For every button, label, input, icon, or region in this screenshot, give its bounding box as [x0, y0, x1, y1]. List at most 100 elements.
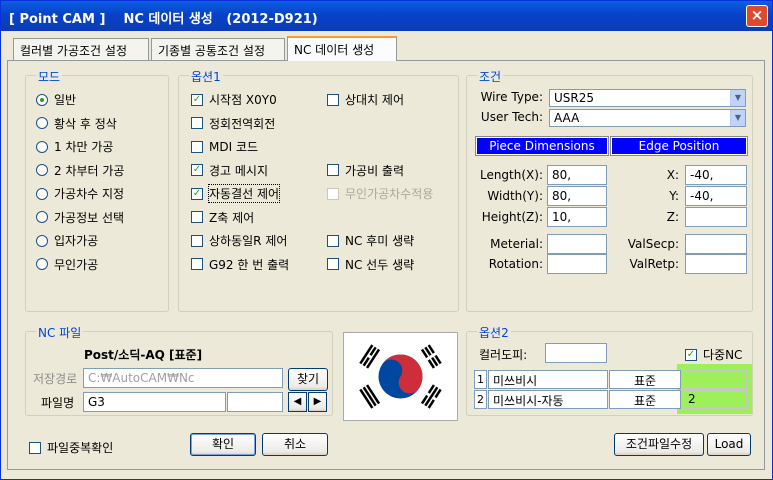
- flag-icon: [359, 344, 442, 409]
- mode-option-8[interactable]: 무인가공: [36, 256, 98, 273]
- checkbox-icon: [191, 140, 203, 153]
- valsecp-label: ValSecp:: [627, 237, 679, 251]
- option1-left-2[interactable]: 정회전역회전: [191, 115, 275, 132]
- browse-button[interactable]: 찾기: [288, 368, 328, 391]
- mode-option-label: 일반: [54, 93, 77, 107]
- tab-nc-data[interactable]: NC 데이터 생성: [287, 36, 397, 61]
- tab-model-conditions[interactable]: 기종별 공통조건 설정: [151, 38, 285, 60]
- cancel-button[interactable]: 취소: [262, 433, 328, 456]
- file-name-input[interactable]: G3: [83, 392, 226, 412]
- tab-color-conditions[interactable]: 컬러별 가공조건 설정: [13, 38, 149, 60]
- option1-label: MDI 코드: [209, 140, 259, 154]
- nc-file-group: NC 파일 Post/소딕-AQ [표준] 저장경로 C:₩AutoCAM₩Nc…: [25, 324, 333, 416]
- condition-group-label: 조건: [477, 68, 504, 85]
- option1-group: 옵션1 ✓ 시작점 X0Y0 정회전역회전 MDI 코드 ✓ 경고 메시지 ✓ 자동결선 제어…: [178, 68, 459, 312]
- file-ext-input[interactable]: [227, 392, 283, 412]
- valsecp-input[interactable]: [685, 234, 747, 254]
- wire-type-label: Wire Type:: [480, 90, 543, 104]
- mode-option-1[interactable]: 일반: [36, 91, 76, 108]
- length-input[interactable]: 80,: [547, 165, 607, 185]
- load-button[interactable]: Load: [707, 433, 751, 456]
- option1-left-4[interactable]: ✓ 경고 메시지: [191, 162, 268, 179]
- row-1-value[interactable]: [683, 370, 747, 389]
- row-2-number: 2: [474, 390, 487, 409]
- chevron-down-icon: ▼: [730, 90, 745, 106]
- wire-type-select[interactable]: USR25 ▼: [549, 89, 746, 107]
- mode-option-label: 가공차수 지정: [54, 187, 125, 201]
- dup-check-checkbox[interactable]: 파일중복확인: [29, 439, 113, 456]
- option1-left-6[interactable]: Z축 제어: [191, 209, 254, 226]
- option1-label: NC 선두 생략: [345, 257, 415, 272]
- edge-y-input[interactable]: -40,: [685, 186, 747, 206]
- option1-right-5[interactable]: NC 선두 생략: [327, 256, 414, 273]
- radio-icon: [36, 258, 48, 270]
- radio-icon: [36, 140, 48, 153]
- option1-left-1[interactable]: ✓ 시작점 X0Y0: [191, 91, 277, 108]
- mode-option-label: 황삭 후 정삭: [54, 116, 117, 131]
- prev-arrow-button[interactable]: ◀: [288, 392, 307, 412]
- checkbox-icon: [191, 234, 203, 247]
- edge-x-input[interactable]: -40,: [685, 165, 747, 185]
- row-1-type[interactable]: 표준: [609, 370, 681, 389]
- option1-label: 정회전역회전: [209, 116, 276, 131]
- close-button[interactable]: ×: [746, 5, 768, 27]
- width-input[interactable]: 80,: [547, 186, 607, 206]
- condition-group: 조건 Wire Type: USR25 ▼ User Tech: AAA ▼ P…: [466, 68, 753, 312]
- mode-group-label: 모드: [36, 68, 63, 85]
- height-input[interactable]: 10,: [547, 207, 607, 227]
- color-avoid-input[interactable]: [545, 343, 607, 363]
- chevron-down-icon: ▼: [730, 110, 745, 126]
- option1-label: 자동결선 제어: [207, 184, 281, 203]
- confirm-button[interactable]: 확인: [190, 433, 256, 456]
- mode-option-2[interactable]: 황삭 후 정삭: [36, 115, 117, 132]
- material-input[interactable]: [547, 234, 607, 254]
- save-path-input[interactable]: C:₩AutoCAM₩Nc: [83, 368, 283, 388]
- user-tech-select[interactable]: AAA ▼: [549, 109, 746, 127]
- mode-option-label: 입자가공: [54, 234, 99, 248]
- mode-option-3[interactable]: 1 차만 가공: [36, 138, 113, 155]
- option1-left-8[interactable]: G92 한 번 출력: [191, 256, 289, 273]
- row-1-number: 1: [474, 370, 487, 389]
- edge-position-header: Edge Position: [610, 136, 748, 156]
- row-1-name[interactable]: 미쓰비시: [488, 370, 608, 389]
- checkbox-icon: [327, 234, 339, 247]
- mode-option-7[interactable]: 입자가공: [36, 232, 98, 249]
- checkbox-icon: [191, 117, 203, 129]
- edge-z-label: Z:: [666, 210, 679, 224]
- option1-left-7[interactable]: 상하동일R 제어: [191, 232, 287, 249]
- checkbox-icon: [191, 258, 203, 270]
- mode-option-label: 1 차만 가공: [54, 140, 114, 154]
- multi-nc-checkbox[interactable]: ✓ 다중NC: [685, 346, 742, 363]
- mode-option-4[interactable]: 2 차부터 가공: [36, 162, 124, 179]
- option1-label: 무인가공차수적용: [345, 187, 434, 201]
- edge-z-input[interactable]: [685, 207, 747, 227]
- checkbox-icon: [327, 93, 339, 106]
- main-window: [ Point CAM ] NC 데이터 생성 (2012-D921) × 컬러…: [0, 0, 773, 480]
- option1-right-2[interactable]: 가공비 출력: [327, 162, 404, 179]
- color-avoid-label: 컬러도피:: [479, 348, 528, 362]
- mode-option-label: 무인가공: [54, 257, 99, 272]
- option1-right-1[interactable]: 상대치 제어: [327, 91, 404, 108]
- multi-nc-check-icon: ✓: [685, 348, 697, 361]
- option1-label: NC 후미 생략: [345, 234, 415, 248]
- mode-option-6[interactable]: 가공정보 선택: [36, 209, 124, 226]
- option1-right-4[interactable]: NC 후미 생략: [327, 232, 414, 249]
- row-2-name[interactable]: 미쓰비시-자동: [488, 390, 608, 409]
- file-name-label: 파일명: [41, 396, 75, 410]
- row-2-value[interactable]: 2: [683, 390, 747, 409]
- length-label: Length(X):: [479, 168, 543, 182]
- option1-label: Z축 제어: [209, 210, 255, 225]
- width-label: Width(Y):: [487, 189, 543, 203]
- rotation-input[interactable]: [547, 254, 607, 274]
- next-arrow-button[interactable]: ▶: [308, 392, 327, 412]
- row-2-type[interactable]: 표준: [609, 390, 681, 409]
- option1-label: 경고 메시지: [209, 163, 269, 178]
- mode-option-5[interactable]: 가공차수 지정: [36, 185, 124, 202]
- option2-group: 옵션2 컬러도피: ✓ 다중NC 1 미쓰비시 표준 2 미쓰비시-자동 표준 …: [466, 324, 753, 416]
- valretp-label: ValRetp:: [629, 257, 679, 271]
- option1-left-3[interactable]: MDI 코드: [191, 138, 258, 155]
- option1-right-3: 무인가공차수적용: [327, 185, 433, 202]
- valretp-input[interactable]: [685, 254, 747, 274]
- option1-left-5[interactable]: ✓ 자동결선 제어: [191, 184, 281, 203]
- edit-condition-button[interactable]: 조건파일수정: [614, 433, 704, 456]
